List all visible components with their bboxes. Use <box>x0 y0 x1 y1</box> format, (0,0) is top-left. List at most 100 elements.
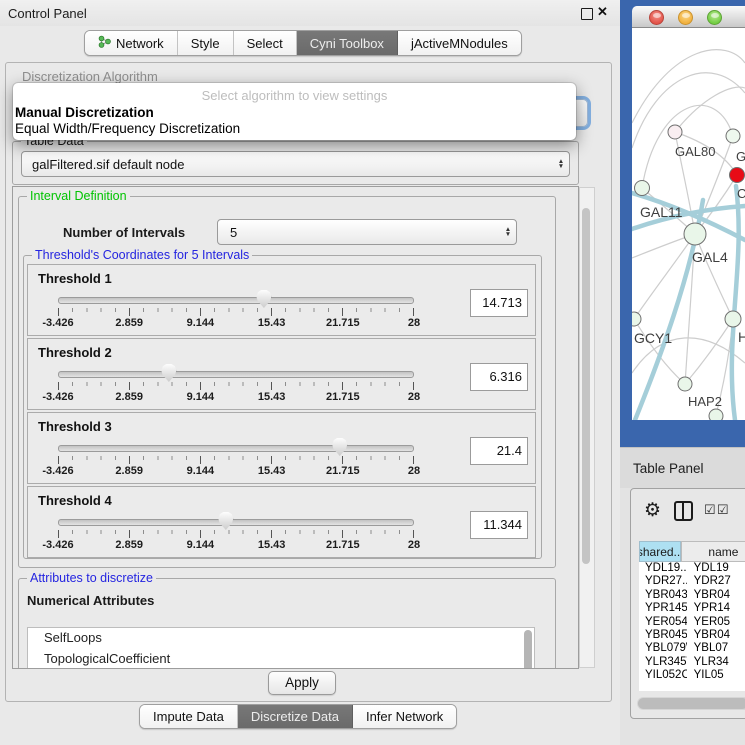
node-bottom-partial[interactable] <box>709 409 723 420</box>
slider-ticks <box>58 456 414 464</box>
table-scrollbar-thumb[interactable] <box>638 698 745 709</box>
number-of-intervals-combobox[interactable]: 5 ▲▼ <box>217 219 517 245</box>
threshold-label: Threshold 4 <box>38 493 112 508</box>
column-header-name[interactable]: name <box>681 541 745 562</box>
list-scrollbar[interactable] <box>524 630 533 669</box>
node-gcy1[interactable] <box>632 312 641 326</box>
node-hap2[interactable] <box>678 377 692 391</box>
node-label: GAL4 <box>692 249 728 265</box>
dropdown-placeholder-item[interactable]: Select algorithm to view settings <box>13 88 576 105</box>
gear-icon[interactable]: ⚙ <box>644 499 661 522</box>
slider-track[interactable] <box>58 519 414 526</box>
threshold-3-value-field[interactable]: 21.4 <box>470 437 528 465</box>
threshold-label: Threshold 3 <box>38 419 112 434</box>
zoom-traffic-light[interactable] <box>707 10 722 25</box>
checkbox-icon[interactable]: ☑ <box>717 502 729 518</box>
node-label: HAP2 <box>688 394 722 409</box>
table-row[interactable]: YER054CYER05 <box>639 616 745 629</box>
numerical-attributes-label: Numerical Attributes <box>27 593 154 608</box>
tab-label: Network <box>116 36 164 51</box>
discretization-algorithm-group-label: Discretization Algorithm <box>22 69 158 84</box>
tab-network[interactable]: Network <box>85 31 178 55</box>
tab-discretize-data[interactable]: Discretize Data <box>238 705 353 728</box>
table-row[interactable]: YDR27...YDR27 <box>639 575 745 588</box>
threshold-2-slider[interactable]: -3.426 2.859 9.144 15.43 21.715 28 <box>58 371 414 404</box>
table-panel-titlebar: Table Panel <box>620 447 745 488</box>
screen: Control Panel ✕ Network <box>0 0 745 745</box>
node-gal11[interactable] <box>635 181 650 196</box>
threshold-1-value-field[interactable]: 14.713 <box>470 289 528 317</box>
list-item[interactable]: SelfLoops <box>28 628 534 649</box>
numerical-attributes-list: SelfLoops TopologicalCoefficient Between… <box>27 627 535 669</box>
thresholds-group: Threshold's Coordinates for 5 Intervals … <box>23 255 542 559</box>
slider-thumb[interactable] <box>332 438 347 456</box>
tab-infer-network[interactable]: Infer Network <box>353 705 456 728</box>
node-red[interactable] <box>730 168 745 183</box>
threshold-3-slider[interactable]: -3.426 2.859 9.144 15.43 21.715 28 <box>58 445 414 478</box>
tab-style[interactable]: Style <box>178 31 234 55</box>
table-row[interactable]: YBR045CYBR04 <box>639 629 745 642</box>
table-row[interactable]: YBR043CYBR04 <box>639 589 745 602</box>
tab-label: Select <box>247 36 283 51</box>
checkbox-icon[interactable]: ☑ <box>704 502 716 518</box>
panel-title: Control Panel <box>8 6 87 21</box>
close-traffic-light[interactable] <box>649 10 664 25</box>
slider-thumb[interactable] <box>256 290 271 308</box>
number-of-intervals-value: 5 <box>218 225 500 240</box>
tab-select[interactable]: Select <box>234 31 297 55</box>
tab-impute-data[interactable]: Impute Data <box>140 705 238 728</box>
split-columns-icon[interactable] <box>674 501 693 521</box>
node-right-middle[interactable] <box>725 311 741 327</box>
network-canvas[interactable]: GAL80 GA C GAL11 GAL4 GCY1 H HAP2 <box>632 28 745 420</box>
table-row[interactable]: YLR345WYLR34 <box>639 656 745 669</box>
table-horizontal-scrollbar[interactable] <box>637 697 745 710</box>
tab-label: jActiveMNodules <box>411 36 508 51</box>
node-label: GAL11 <box>640 204 683 220</box>
dropdown-item-equal-width-frequency[interactable]: Equal Width/Frequency Discretization <box>13 121 576 137</box>
bottom-tab-bar: Impute Data Discretize Data Infer Networ… <box>139 704 457 729</box>
slider-ticks <box>58 382 414 390</box>
top-tab-bar: Network Style Select Cyni Toolbox jActiv… <box>84 30 522 56</box>
settings-vertical-scrollbar[interactable] <box>579 187 595 668</box>
column-header-shared-name[interactable]: shared... <box>639 541 681 562</box>
slider-thumb[interactable] <box>161 364 176 382</box>
network-window-titlebar[interactable] <box>632 6 745 28</box>
apply-button[interactable]: Apply <box>268 671 336 695</box>
tab-jactivemnodules[interactable]: jActiveMNodules <box>398 31 521 55</box>
network-icon <box>98 35 111 51</box>
table-row[interactable]: YBL079WYBL07 <box>639 642 745 655</box>
table-row[interactable]: YPR145WYPR14 <box>639 602 745 615</box>
number-of-intervals-label: Number of Intervals <box>63 225 185 240</box>
table-header-row: shared... name <box>639 541 745 562</box>
float-window-icon[interactable] <box>581 8 593 20</box>
settings-scrollbar-thumb[interactable] <box>582 208 590 564</box>
node-label: C <box>737 186 745 201</box>
dropdown-item-manual-discretization[interactable]: Manual Discretization <box>13 105 576 121</box>
slider-track[interactable] <box>58 445 414 452</box>
table-data-group: Table Data galFiltered.sif default node … <box>12 141 579 185</box>
close-icon[interactable]: ✕ <box>597 4 608 20</box>
table-row[interactable]: YIL052CYIL05 <box>639 669 745 682</box>
threshold-4-value-field[interactable]: 11.344 <box>470 511 528 539</box>
threshold-2-value-field[interactable]: 6.316 <box>470 363 528 391</box>
threshold-3-panel: Threshold 3 -3.426 2.859 9.144 15.43 <box>27 412 536 484</box>
slider-tick-labels: -3.426 2.859 9.144 15.43 21.715 28 <box>58 317 414 330</box>
list-scrollbar-thumb[interactable] <box>524 630 532 669</box>
slider-thumb[interactable] <box>218 512 233 530</box>
list-item[interactable]: TopologicalCoefficient <box>28 649 534 670</box>
tab-label: Cyni Toolbox <box>310 36 384 51</box>
node-top-right[interactable] <box>726 129 740 143</box>
minimize-traffic-light[interactable] <box>678 10 693 25</box>
network-view-window: GAL80 GA C GAL11 GAL4 GCY1 H HAP2 <box>620 0 745 447</box>
node-gal4[interactable] <box>684 223 706 245</box>
tab-cyni-toolbox[interactable]: Cyni Toolbox <box>297 31 398 55</box>
slider-track[interactable] <box>58 297 414 304</box>
table-row[interactable]: YDL19...YDL19 <box>639 562 745 575</box>
interval-definition-group: Interval Definition Number of Intervals … <box>18 196 556 568</box>
threshold-1-slider[interactable]: -3.426 2.859 9.144 15.43 21.715 28 <box>58 297 414 330</box>
control-panel: Control Panel ✕ Network <box>0 0 620 745</box>
node-gal80[interactable] <box>668 125 682 139</box>
table-data-combobox[interactable]: galFiltered.sif default node ▲▼ <box>21 151 570 177</box>
slider-track[interactable] <box>58 371 414 378</box>
threshold-4-slider[interactable]: -3.426 2.859 9.144 15.43 21.715 28 <box>58 519 414 552</box>
